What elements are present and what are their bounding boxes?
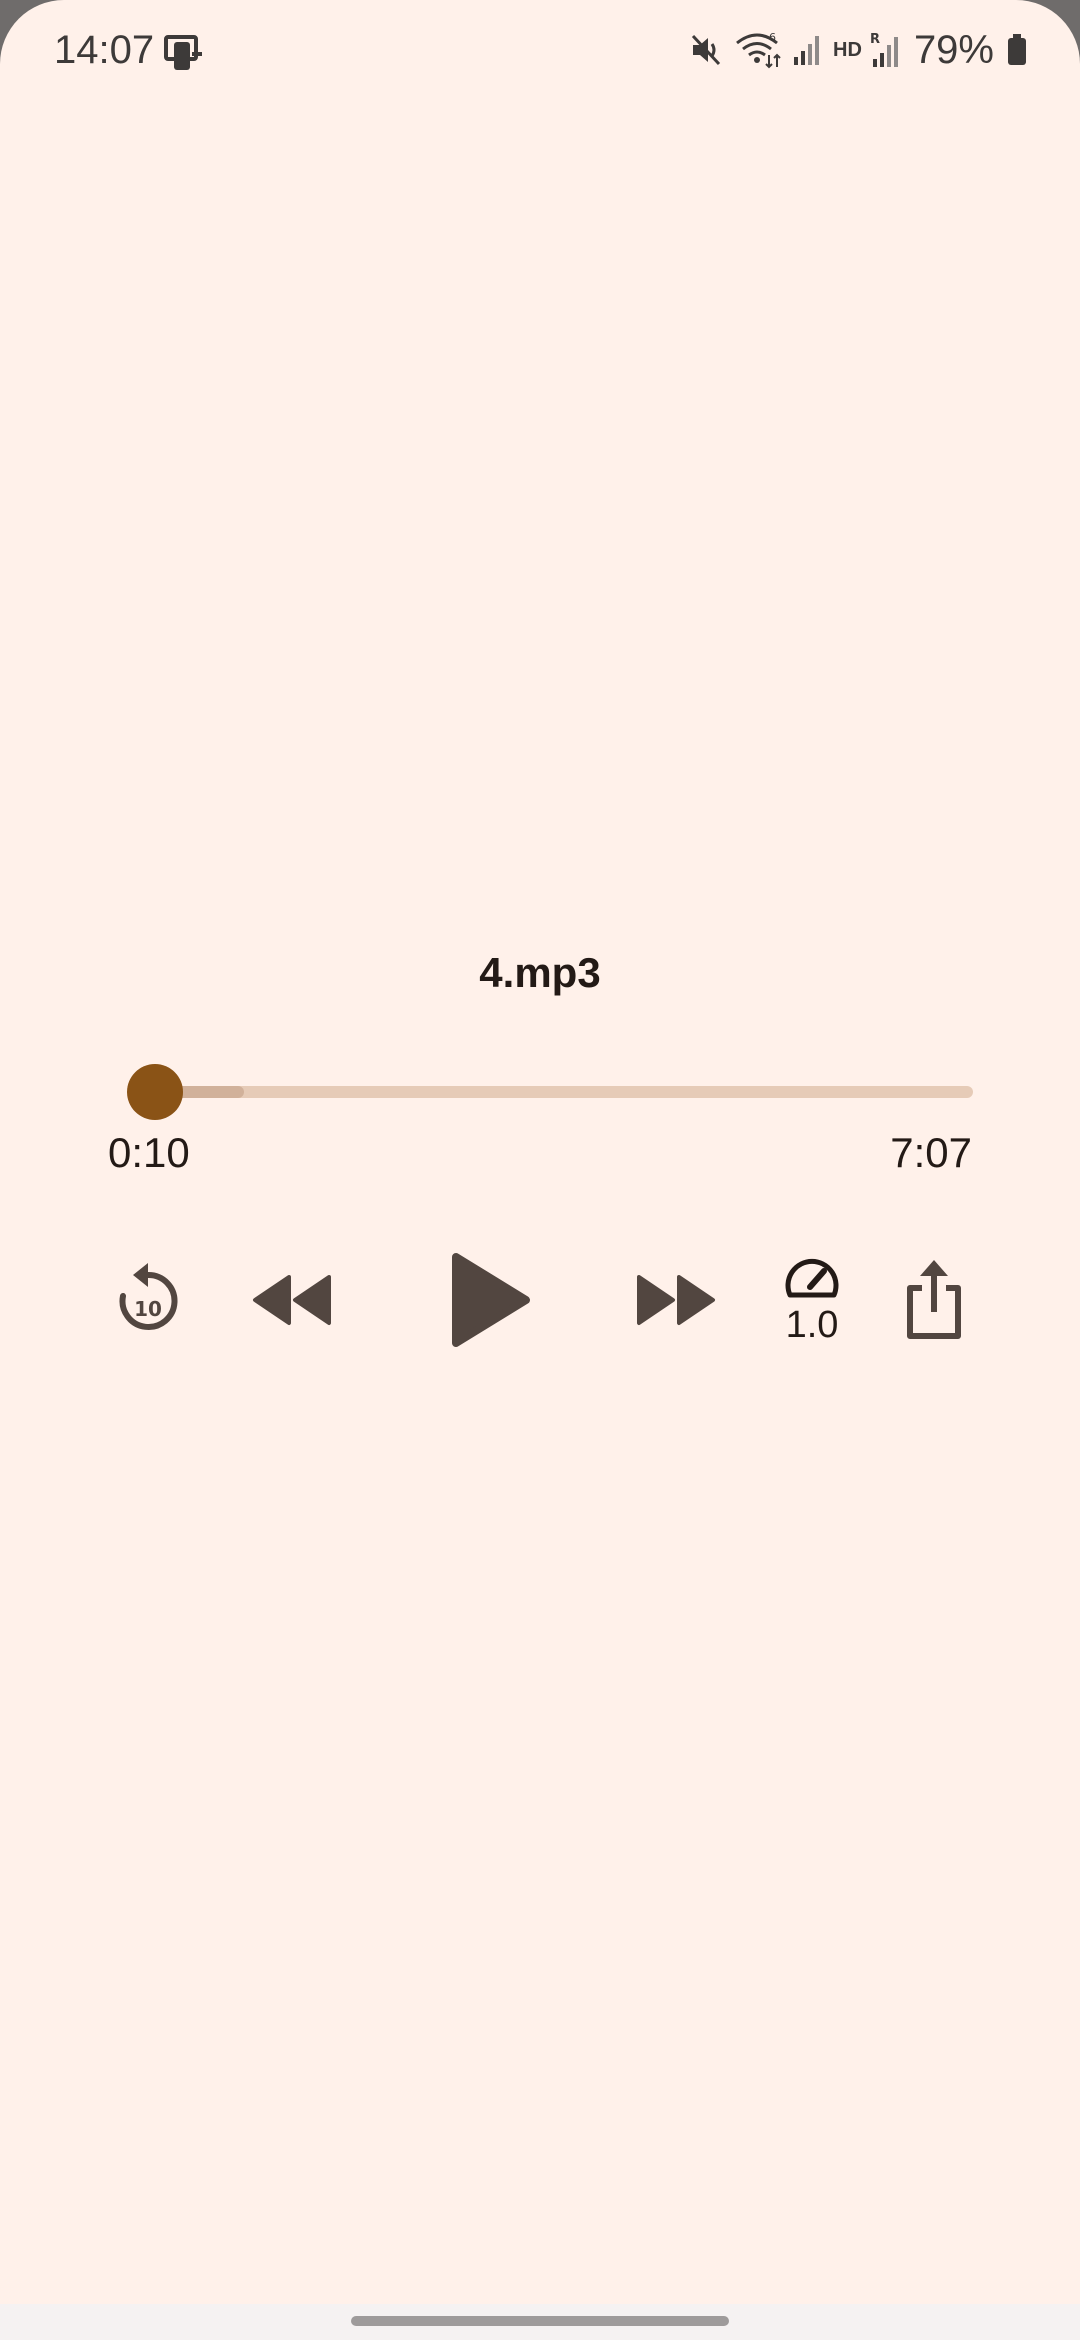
roaming-signal-icon: R xyxy=(870,31,900,69)
hd-voice-label: HD xyxy=(833,38,862,61)
seek-track xyxy=(135,1086,973,1098)
wifi-icon: 6 xyxy=(735,31,781,69)
speedometer-icon xyxy=(785,1258,839,1298)
player-screen: 14:07 6 HD R 79% 4.mp3 0:10 7:07 10 1.0 xyxy=(0,0,1080,2340)
battery-percent: 79% xyxy=(913,27,994,72)
share-icon xyxy=(907,1260,961,1339)
status-time: 14:07 xyxy=(54,28,155,72)
playback-speed-value: 1.0 xyxy=(785,1304,839,1346)
seek-thumb[interactable] xyxy=(126,1064,183,1120)
replay-10-icon: 10 xyxy=(119,1263,178,1330)
home-gesture-handle[interactable] xyxy=(351,2316,729,2326)
share-button[interactable] xyxy=(888,1250,980,1350)
navigation-bar xyxy=(0,2304,1080,2340)
signal-icon xyxy=(793,33,821,67)
rewind-icon xyxy=(253,1275,331,1325)
svg-text:10: 10 xyxy=(134,1297,162,1321)
screen-cast-icon xyxy=(164,32,204,72)
svg-text:R: R xyxy=(870,32,880,47)
playback-speed-button[interactable]: 1.0 xyxy=(770,1240,854,1360)
rewind-button[interactable] xyxy=(240,1252,342,1348)
svg-text:6: 6 xyxy=(769,31,776,44)
seek-bar[interactable] xyxy=(107,1062,973,1122)
play-icon xyxy=(452,1253,530,1347)
fast-forward-button[interactable] xyxy=(626,1252,728,1348)
mute-icon xyxy=(689,33,723,67)
status-bar: 14:07 6 HD R 79% xyxy=(0,0,1080,100)
track-title: 4.mp3 xyxy=(479,949,601,996)
play-button[interactable] xyxy=(430,1236,550,1364)
status-icons: 6 HD R 79% xyxy=(689,24,1028,76)
replay-10-button[interactable]: 10 xyxy=(100,1252,196,1348)
elapsed-time: 0:10 xyxy=(108,1129,190,1176)
battery-icon xyxy=(1006,33,1028,67)
fast-forward-icon xyxy=(637,1275,715,1325)
total-duration: 7:07 xyxy=(890,1129,972,1176)
